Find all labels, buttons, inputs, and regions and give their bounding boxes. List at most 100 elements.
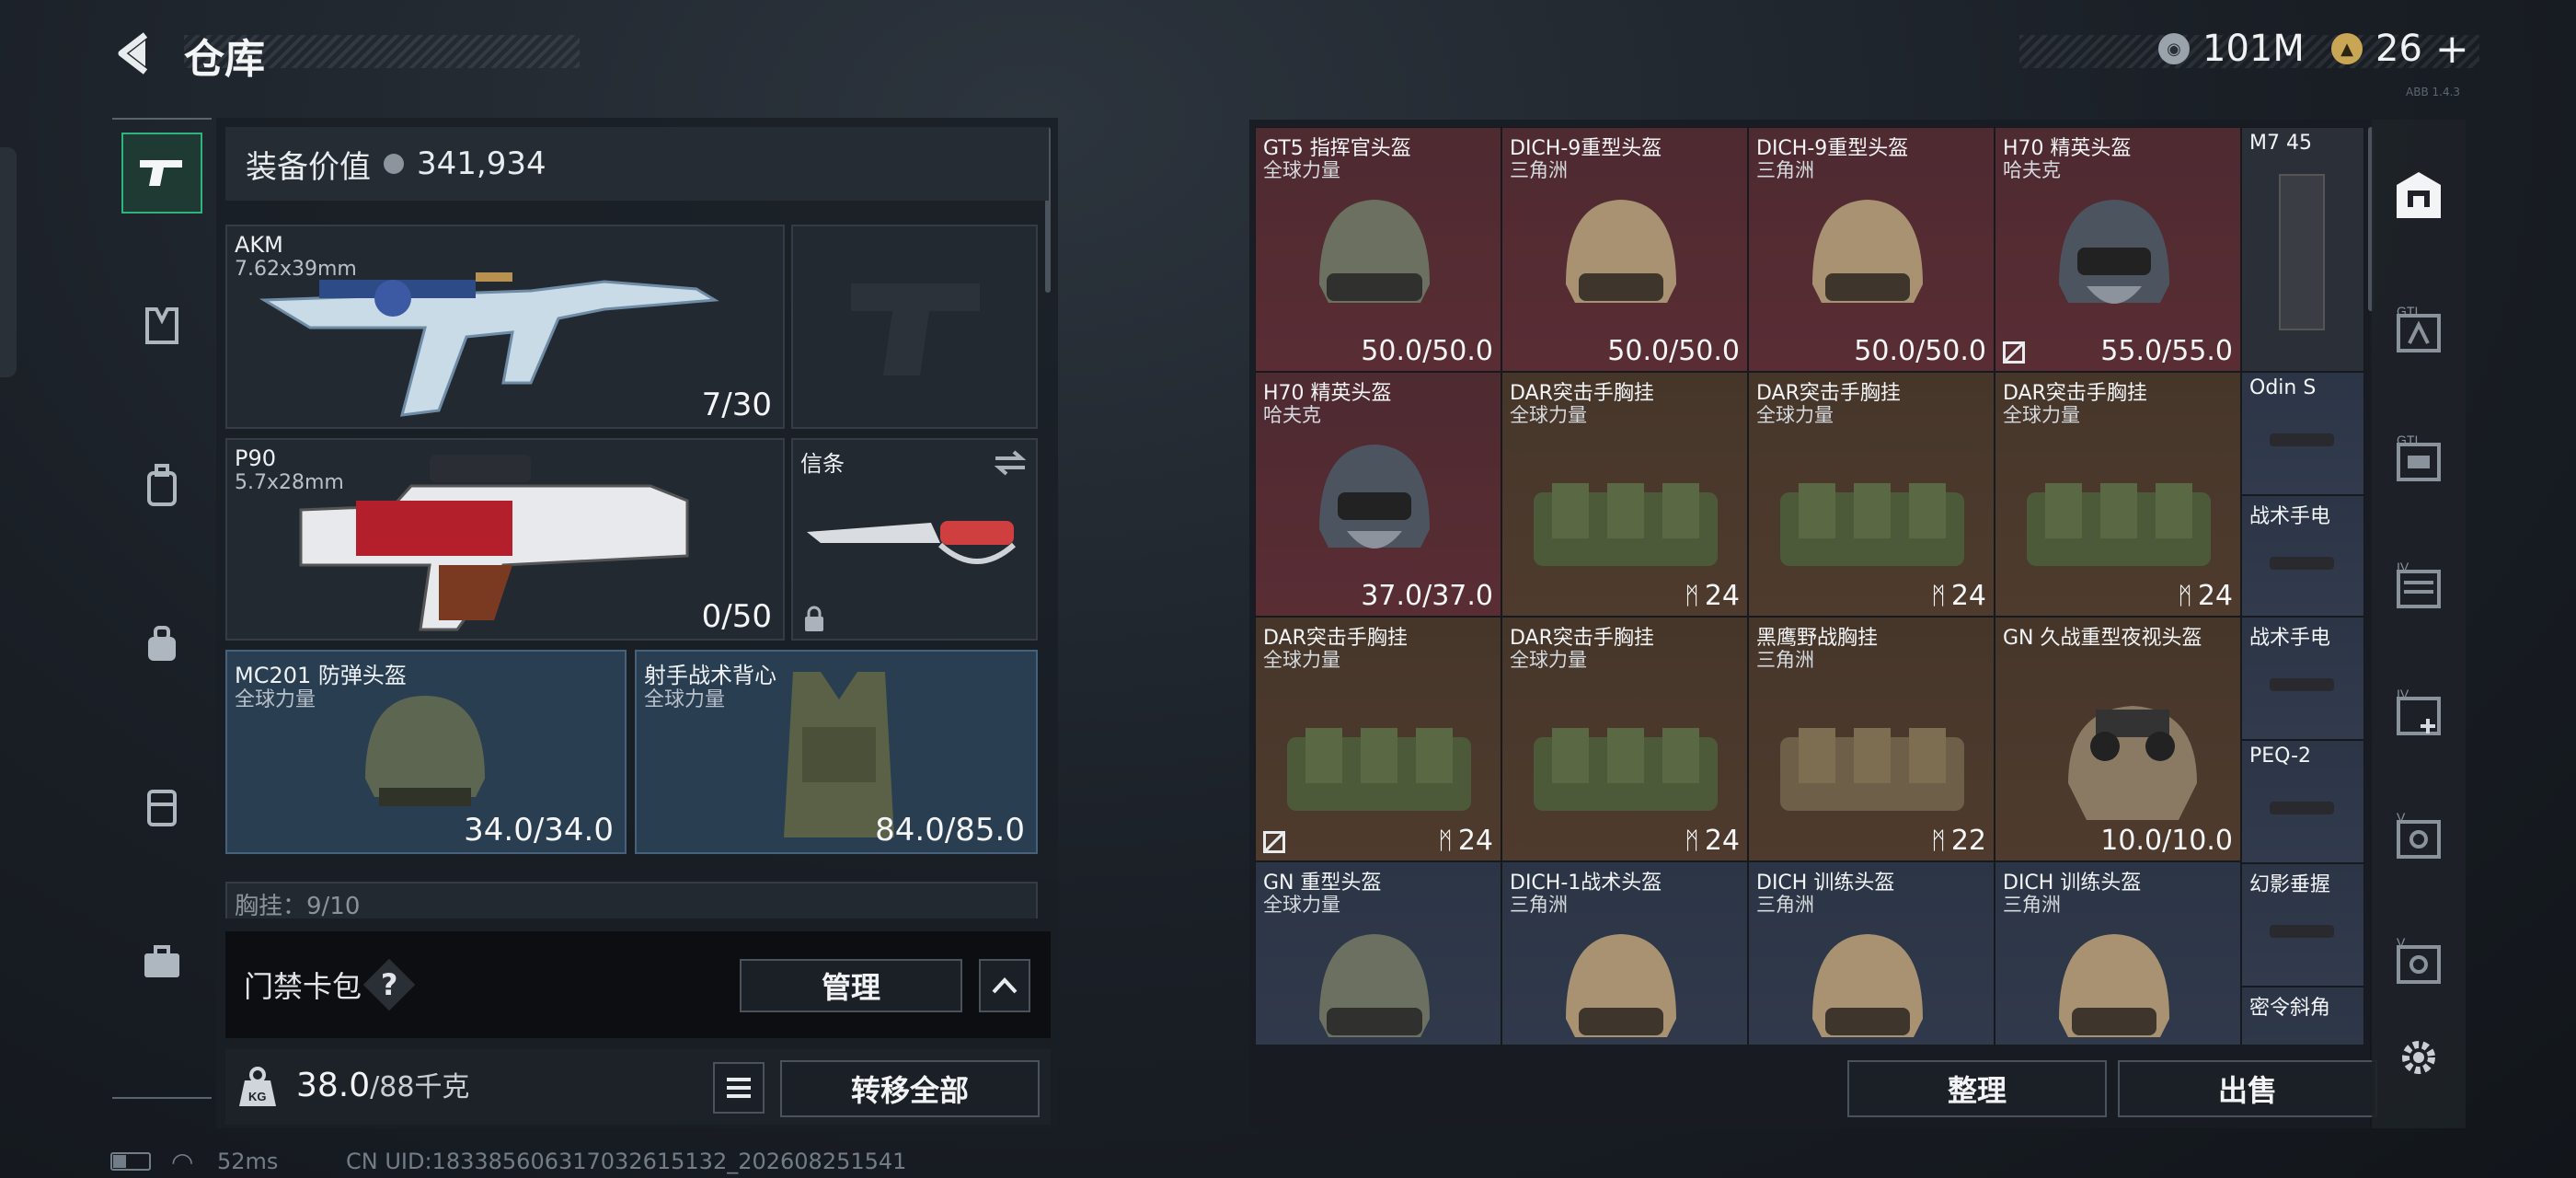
stash-item-small[interactable]: 密令斜角 bbox=[2241, 987, 2364, 1045]
helmet-slot[interactable]: MC201 防弹头盔 全球力量 34.0/34.0 bbox=[225, 650, 627, 854]
stash-item[interactable]: DAR突击手胸挂 全球力量 ᛗ 24 bbox=[1501, 372, 1748, 617]
storage-tab-5-icon[interactable]: IV bbox=[2383, 677, 2455, 749]
list-view-button[interactable] bbox=[713, 1062, 765, 1114]
item-image bbox=[2059, 934, 2169, 1037]
uid-label: CN UID:18338560631703261513​2_2026082515… bbox=[346, 1149, 907, 1174]
sell-button[interactable]: 出售 bbox=[2118, 1060, 2377, 1117]
chest-rig-category-icon[interactable] bbox=[121, 285, 202, 366]
stash-item-small[interactable]: Odin S bbox=[2241, 372, 2364, 495]
case-category-icon[interactable] bbox=[121, 922, 202, 1003]
value-text: 10.0/10.0 bbox=[2100, 825, 2233, 857]
help-icon[interactable]: ? bbox=[362, 958, 416, 1011]
storage-tab-3-icon[interactable]: GTI bbox=[2383, 423, 2455, 495]
item-name: 密令斜角 bbox=[2249, 997, 2331, 1020]
wifi-icon: ◠ bbox=[171, 1147, 194, 1177]
vest-category-icon[interactable] bbox=[121, 766, 202, 847]
item-value: ᛗ 24 bbox=[1685, 580, 1740, 612]
all-storage-tab-icon[interactable] bbox=[2383, 160, 2455, 232]
coins-amount: 101M bbox=[2202, 28, 2305, 70]
stash-item-small[interactable]: 战术手电 bbox=[2241, 495, 2364, 617]
stash-item[interactable]: DAR突击手胸挂 全球力量 ᛗ 24 bbox=[1501, 617, 1748, 861]
weight-max: /88千克 bbox=[370, 1071, 470, 1103]
side-edge-tab[interactable] bbox=[0, 147, 17, 377]
storage-tab-6-icon[interactable]: V bbox=[2383, 801, 2455, 872]
weight-current: 38.0 bbox=[296, 1067, 371, 1104]
item-image bbox=[1534, 483, 1718, 566]
stash-item-small[interactable]: PEQ-2 bbox=[2241, 740, 2364, 863]
stash-item-small[interactable]: 战术手电 bbox=[2241, 617, 2364, 740]
item-image bbox=[2279, 174, 2325, 330]
premium-coin-icon: ▲ bbox=[2331, 33, 2363, 64]
back-icon[interactable] bbox=[109, 28, 160, 79]
value-text: 22 bbox=[1950, 825, 1986, 857]
item-image bbox=[1780, 728, 1964, 811]
item-value: 37.0/37.0 bbox=[1361, 580, 1493, 612]
swap-icon[interactable] bbox=[992, 449, 1029, 477]
currency-premium[interactable]: ▲ 26 + bbox=[2331, 26, 2469, 73]
item-image bbox=[2068, 706, 2197, 820]
stash-item[interactable]: DICH-9重型头盔 三角洲 50.0/50.0 bbox=[1501, 127, 1748, 372]
manage-button[interactable]: 管理 bbox=[740, 959, 962, 1012]
item-region: 三角洲 bbox=[1756, 894, 1814, 916]
item-name: M7 45 bbox=[2249, 132, 2312, 155]
sort-button[interactable]: 整理 bbox=[1847, 1060, 2107, 1117]
durability: 34.0/34.0 bbox=[464, 812, 614, 849]
add-currency-button[interactable]: + bbox=[2435, 26, 2469, 73]
item-image bbox=[2270, 925, 2334, 938]
backpack-category-icon[interactable] bbox=[121, 445, 202, 526]
stash-item[interactable]: DAR突击手胸挂 全球力量 ᛗ 24 bbox=[1995, 372, 2241, 617]
slot-region: 全球力量 bbox=[644, 688, 726, 711]
stash-item[interactable]: GT5 指挥官头盔 全球力量 50.0/50.0 bbox=[1255, 127, 1501, 372]
item-region: 三角洲 bbox=[1756, 159, 1814, 181]
page-title: 仓库 bbox=[184, 36, 265, 83]
secondary-weapon-slot[interactable]: P90 5.7x28mm 0/50 bbox=[225, 438, 785, 641]
svg-text:GTI: GTI bbox=[2397, 433, 2418, 447]
stash-item[interactable]: DICH-1战术头盔 三角洲 bbox=[1501, 861, 1748, 1045]
primary-weapon-slot[interactable]: AKM 7.62x39mm 7/30 bbox=[225, 225, 785, 429]
value-text: 24 bbox=[1950, 580, 1986, 612]
storage-tab-2-icon[interactable]: GTI bbox=[2383, 294, 2455, 366]
stash-item[interactable]: GN 重型头盔 全球力量 bbox=[1255, 861, 1501, 1045]
collapse-button[interactable] bbox=[979, 959, 1030, 1012]
kg-label: KG bbox=[248, 1090, 267, 1103]
svg-text:IV: IV bbox=[2397, 560, 2409, 574]
stash-item[interactable]: H70 精英头盔 哈夫克 37.0/37.0 bbox=[1255, 372, 1501, 617]
item-value: 10.0/10.0 bbox=[2100, 825, 2233, 857]
chest-rig-icon: ᛗ bbox=[1438, 826, 1453, 855]
item-region: 全球力量 bbox=[1263, 649, 1340, 671]
armor-slot[interactable]: 射手战术背心 全球力量 84.0/85.0 bbox=[635, 650, 1038, 854]
item-value: ᛗ 22 bbox=[1931, 825, 1986, 857]
item-image bbox=[1566, 934, 1676, 1037]
chest-rig-slot-partial[interactable]: 胸挂：9/10 bbox=[225, 882, 1038, 920]
settings-gear-icon[interactable] bbox=[2383, 1022, 2455, 1093]
stash-item[interactable]: DICH 训练头盔 三角洲 bbox=[1995, 861, 2241, 1045]
stash-item[interactable]: DAR突击手胸挂 全球力量 ᛗ 24 bbox=[1748, 372, 1995, 617]
item-image bbox=[1534, 728, 1718, 811]
stash-item[interactable]: DICH-9重型头盔 三角洲 50.0/50.0 bbox=[1748, 127, 1995, 372]
item-value: ᛗ 24 bbox=[1931, 580, 1986, 612]
stash-item[interactable]: H70 精英头盔 哈夫克 55.0/55.0 bbox=[1995, 127, 2241, 372]
equipment-value-row: 装备价值 341,934 bbox=[225, 127, 1049, 201]
stash-item[interactable]: GN 久战重型夜视头盔 10.0/10.0 bbox=[1995, 617, 2241, 861]
item-name: GN 久战重型夜视头盔 bbox=[2003, 627, 2202, 650]
chest-rig-icon: ᛗ bbox=[1685, 826, 1699, 855]
transfer-all-button[interactable]: 转移全部 bbox=[780, 1060, 1040, 1117]
storage-tab-4-icon[interactable]: IV bbox=[2383, 550, 2455, 622]
stash-item[interactable]: DAR突击手胸挂 全球力量 ᛗ 24 bbox=[1255, 617, 1501, 861]
akm-image bbox=[259, 272, 719, 417]
currency-coins[interactable]: ◉ 101M bbox=[2158, 26, 2305, 72]
item-region: 全球力量 bbox=[1510, 649, 1587, 671]
bag-category-icon[interactable] bbox=[121, 604, 202, 685]
stash-item[interactable]: 黑鹰野战胸挂 三角洲 ᛗ 22 bbox=[1748, 617, 1995, 861]
weapons-category-icon[interactable] bbox=[121, 133, 202, 214]
value-text: 50.0/50.0 bbox=[1607, 335, 1740, 367]
stash-item[interactable]: DICH 训练头盔 三角洲 bbox=[1748, 861, 1995, 1045]
stash-item-small[interactable]: 幻影垂握 bbox=[2241, 863, 2364, 987]
stash-item-small[interactable]: M7 45 bbox=[2241, 127, 2364, 372]
pistol-slot-empty[interactable] bbox=[791, 225, 1038, 429]
item-region: 哈夫克 bbox=[1263, 404, 1321, 426]
equipment-value-label: 装备价值 bbox=[246, 148, 371, 186]
item-image bbox=[2270, 433, 2334, 446]
storage-tab-7-icon[interactable]: V bbox=[2383, 926, 2455, 998]
melee-slot[interactable]: 信条 bbox=[791, 438, 1038, 641]
